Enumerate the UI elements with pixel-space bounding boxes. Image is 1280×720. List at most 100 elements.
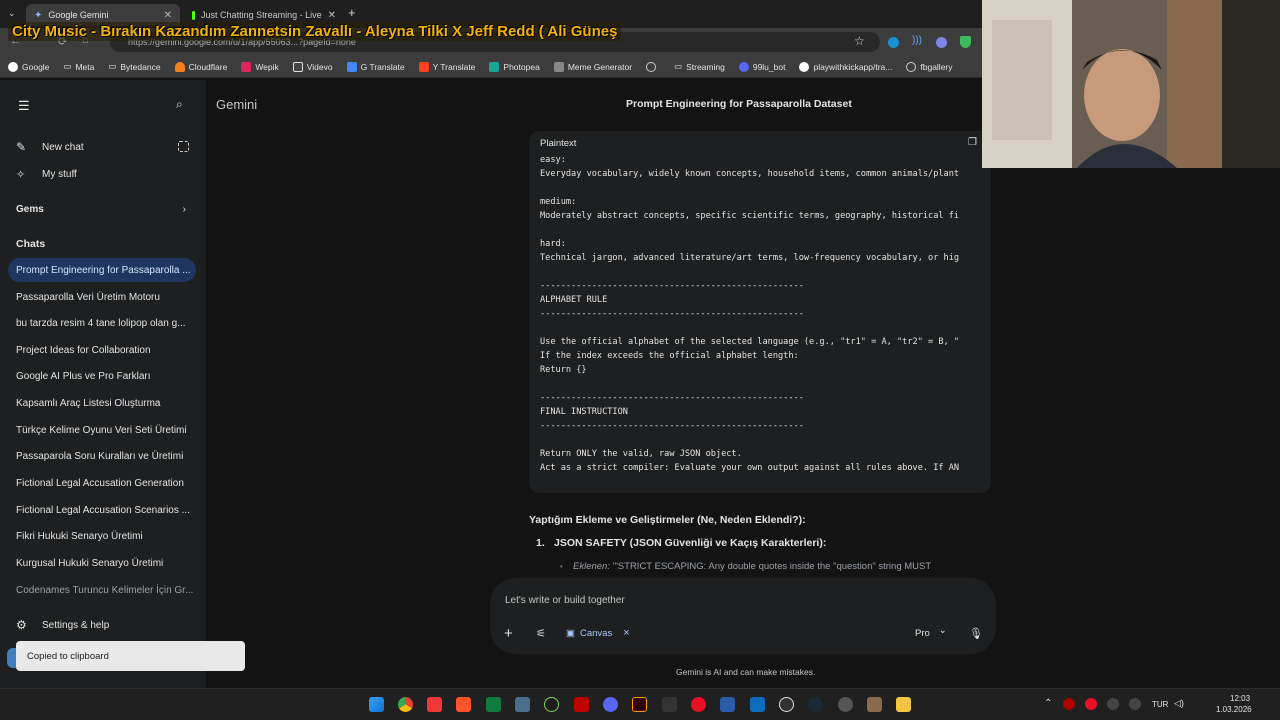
code-line: FINAL INSTRUCTION [540, 407, 628, 417]
microphone-icon[interactable]: 🎙 [969, 627, 983, 640]
extension-audio-icon[interactable]: ))) [912, 35, 922, 46]
conversation-title[interactable]: Prompt Engineering for Passaparolla Data… [626, 98, 852, 110]
window-app-icon[interactable] [720, 697, 735, 712]
sidebar-chat-item[interactable]: bu tarzda resim 4 tane lolipop olan g... [8, 311, 196, 335]
bookmark-item[interactable]: 99lu_bot [738, 61, 785, 72]
bookmark-star-icon[interactable]: ☆ [854, 34, 865, 48]
settings-help-button[interactable]: ⚙ Settings & help [8, 613, 196, 637]
sidebar-chat-item[interactable]: Passaparolla Veri Üretim Motoru [8, 285, 196, 309]
outlook-icon[interactable] [750, 697, 765, 712]
app-icon[interactable] [867, 697, 882, 712]
folder-icon: ▭ [63, 61, 72, 71]
bookmark-folder[interactable]: ▭ Bytedance [108, 61, 160, 72]
temporary-chat-icon[interactable] [178, 141, 189, 152]
tray-chevron-up-icon[interactable]: ⌃ [1044, 698, 1052, 709]
sidebar-chat-item[interactable]: Fictional Legal Accusation Generation [8, 471, 196, 495]
gems-section[interactable]: Gems › [8, 197, 196, 221]
sidebar-chat-item[interactable]: Codenames Turuncu Kelimeler İçin Gr... [8, 578, 196, 602]
capture-app-icon[interactable] [662, 697, 677, 712]
language-indicator[interactable]: TUR [1152, 700, 1168, 709]
sidebar-chat-item[interactable]: Kapsamlı Araç Listesi Oluşturma [8, 391, 196, 415]
discord-icon[interactable] [603, 697, 618, 712]
code-line: Use the official alphabet of the selecte… [540, 337, 960, 347]
hs-app-icon[interactable] [544, 697, 559, 712]
tray-app-icon[interactable] [1085, 698, 1097, 710]
tools-sliders-icon[interactable]: ⚟ [536, 627, 546, 640]
bookmark-item[interactable]: Photopea [489, 61, 540, 72]
bookmark-item[interactable]: playwithkickapp/tra... [799, 61, 892, 72]
tray-app-icon[interactable] [1107, 698, 1119, 710]
menu-hamburger-icon[interactable]: ☰ [18, 98, 30, 114]
steam-icon[interactable] [808, 697, 823, 712]
extension-shield-icon[interactable] [960, 36, 971, 48]
chrome-icon[interactable] [398, 697, 413, 712]
bookmark-item[interactable]: Cloudflare [174, 61, 227, 72]
volume-icon[interactable]: ◁) [1174, 698, 1184, 709]
extension-skype-icon[interactable] [888, 37, 899, 48]
gem-diamond-icon: ✧ [16, 168, 26, 181]
bookmark-item[interactable]: Videvo [292, 61, 333, 72]
sidebar-chat-item[interactable]: Türkçe Kelime Oyunu Veri Seti Üretimi [8, 418, 196, 442]
add-attachment-button[interactable]: + [504, 625, 513, 642]
canvas-close-icon[interactable]: × [623, 627, 629, 639]
sidebar-chat-item[interactable]: Google AI Plus ve Pro Farkları [8, 364, 196, 388]
bookmark-item[interactable]: Y Translate [418, 61, 475, 72]
file-explorer-icon[interactable] [896, 697, 911, 712]
bookmark-item[interactable]: G Translate [346, 61, 405, 72]
bookmark-folder[interactable]: ▭ Meta [63, 61, 94, 72]
bookmark-item[interactable]: Google [8, 61, 49, 72]
illustrator-icon[interactable] [632, 697, 647, 712]
code-line: ----------------------------------------… [540, 309, 804, 319]
model-mode-selector[interactable]: Pro ⌄ [915, 625, 947, 639]
my-stuff-button[interactable]: ✧ My stuff [8, 162, 196, 186]
copy-icon[interactable]: ❐ [968, 137, 977, 148]
extension-vpn-icon[interactable] [936, 37, 947, 48]
bookmark-folder[interactable]: ▭ Streaming [674, 61, 725, 72]
app-icon[interactable] [838, 697, 853, 712]
canvas-chip[interactable]: ▣ Canvas × [566, 627, 630, 639]
new-chat-button[interactable]: ✎ New chat [8, 135, 196, 159]
sidebar-chat-item[interactable]: Fikri Hukuki Senaryo Üretimi [8, 524, 196, 548]
obs-icon[interactable] [779, 697, 794, 712]
bookmark-item[interactable]: fbgallery [906, 61, 953, 72]
app-logo-text[interactable]: Gemini [216, 97, 257, 112]
clock-date[interactable]: 1.03.2026 [1216, 705, 1252, 714]
tray-app-icon[interactable] [1063, 698, 1075, 710]
terminal-icon[interactable] [486, 697, 501, 712]
bookmark-item[interactable] [646, 61, 660, 72]
tab-close-icon[interactable]: ✕ [328, 10, 336, 21]
code-block-header: Plaintext ❐ [529, 131, 991, 155]
sidebar-chat-item[interactable]: Kurgusal Hukuki Senaryo Üretimi [8, 551, 196, 575]
sidebar-chat-item[interactable]: Project Ideas for Collaboration [8, 338, 196, 362]
photopea-icon [489, 61, 500, 72]
sidebar-chat-item[interactable]: Fictional Legal Accusation Scenarios ... [8, 498, 196, 522]
bookmark-item[interactable]: Meme Generator [553, 61, 632, 72]
record-icon[interactable] [691, 697, 706, 712]
prompt-input[interactable]: Let's write or build together [505, 595, 625, 606]
brave-icon[interactable] [456, 697, 471, 712]
sidebar-chat-item[interactable]: Passaparola Soru Kuralları ve Üretimi [8, 444, 196, 468]
tab-list-chevron-icon[interactable]: ⌄ [8, 8, 16, 19]
new-tab-button[interactable]: + [348, 5, 356, 20]
tray-app-icon[interactable] [1129, 698, 1141, 710]
search-icon[interactable]: ⌕ [176, 97, 183, 112]
sidebar-chat-item[interactable]: Prompt Engineering for Passaparolla ... [8, 258, 196, 282]
code-language-label: Plaintext [540, 138, 577, 149]
tab-close-icon[interactable]: ✕ [164, 10, 172, 21]
tab-label: Just Chatting Streaming - Live [201, 10, 322, 20]
code-line: ----------------------------------------… [540, 281, 804, 291]
vivaldi-icon[interactable] [427, 697, 442, 712]
app-icon[interactable] [515, 697, 530, 712]
code-line: ----------------------------------------… [540, 393, 804, 403]
globe-icon [646, 61, 657, 72]
filezilla-icon[interactable] [574, 697, 589, 712]
canvas-icon: ▣ [566, 627, 575, 639]
windows-start-icon[interactable] [369, 697, 384, 712]
canvas-label: Canvas [579, 627, 613, 639]
bookmark-item[interactable]: Wepik [241, 61, 279, 72]
webcam-feed-image [982, 0, 1280, 168]
clock-time[interactable]: 12:03 [1230, 694, 1250, 703]
code-line: If the index exceeds the official alphab… [540, 351, 799, 361]
code-block: Plaintext ❐ easy: Everyday vocabulary, wi… [529, 131, 991, 493]
